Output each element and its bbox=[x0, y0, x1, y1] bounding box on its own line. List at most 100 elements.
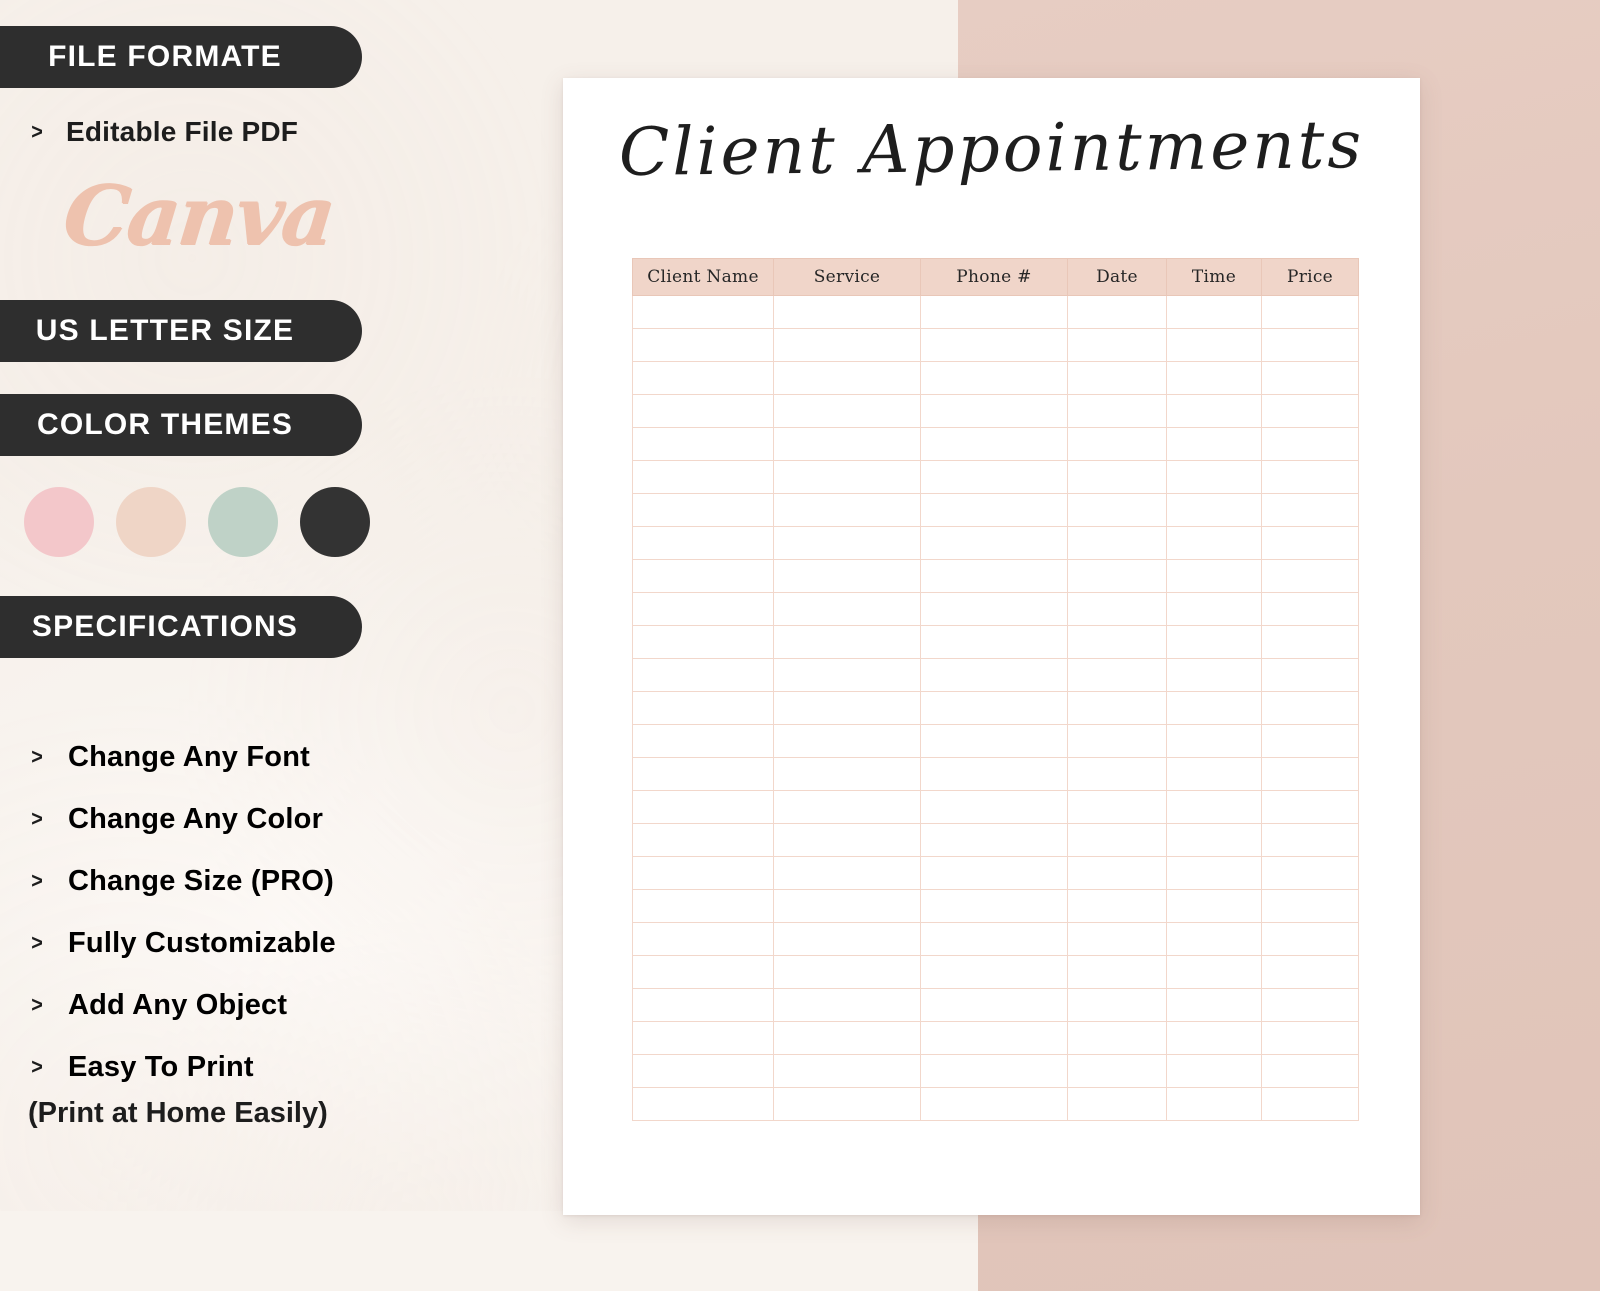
table-cell-empty[interactable] bbox=[920, 394, 1068, 428]
table-cell-empty[interactable] bbox=[773, 526, 921, 560]
table-cell-empty[interactable] bbox=[632, 493, 774, 527]
table-cell-empty[interactable] bbox=[632, 955, 774, 989]
table-cell-empty[interactable] bbox=[920, 493, 1068, 527]
table-cell-empty[interactable] bbox=[773, 493, 921, 527]
table-cell-empty[interactable] bbox=[1261, 1087, 1359, 1121]
table-cell-empty[interactable] bbox=[773, 988, 921, 1022]
table-cell-empty[interactable] bbox=[920, 856, 1068, 890]
table-cell-empty[interactable] bbox=[1166, 724, 1262, 758]
table-cell-empty[interactable] bbox=[1067, 592, 1167, 626]
table-cell-empty[interactable] bbox=[1261, 757, 1359, 791]
table-cell-empty[interactable] bbox=[1067, 427, 1167, 461]
table-cell-empty[interactable] bbox=[1166, 295, 1262, 329]
table-cell-empty[interactable] bbox=[1166, 889, 1262, 923]
table-cell-empty[interactable] bbox=[632, 658, 774, 692]
table-cell-empty[interactable] bbox=[920, 790, 1068, 824]
table-cell-empty[interactable] bbox=[1067, 361, 1167, 395]
table-cell-empty[interactable] bbox=[1166, 427, 1262, 461]
table-cell-empty[interactable] bbox=[920, 757, 1068, 791]
table-cell-empty[interactable] bbox=[773, 922, 921, 956]
table-cell-empty[interactable] bbox=[920, 460, 1068, 494]
table-cell-empty[interactable] bbox=[1067, 394, 1167, 428]
table-cell-empty[interactable] bbox=[1067, 328, 1167, 362]
table-cell-empty[interactable] bbox=[920, 658, 1068, 692]
table-cell-empty[interactable] bbox=[1261, 592, 1359, 626]
table-cell-empty[interactable] bbox=[1067, 691, 1167, 725]
table-cell-empty[interactable] bbox=[920, 361, 1068, 395]
table-cell-empty[interactable] bbox=[632, 361, 774, 395]
table-cell-empty[interactable] bbox=[1261, 856, 1359, 890]
table-cell-empty[interactable] bbox=[773, 592, 921, 626]
table-cell-empty[interactable] bbox=[920, 625, 1068, 659]
color-swatch-blush-pink[interactable] bbox=[24, 487, 94, 557]
table-cell-empty[interactable] bbox=[1166, 790, 1262, 824]
table-cell-empty[interactable] bbox=[1261, 724, 1359, 758]
table-cell-empty[interactable] bbox=[1261, 493, 1359, 527]
table-cell-empty[interactable] bbox=[1067, 460, 1167, 494]
table-cell-empty[interactable] bbox=[773, 295, 921, 329]
table-cell-empty[interactable] bbox=[1067, 757, 1167, 791]
table-cell-empty[interactable] bbox=[1261, 889, 1359, 923]
table-cell-empty[interactable] bbox=[1261, 526, 1359, 560]
table-cell-empty[interactable] bbox=[1261, 658, 1359, 692]
table-cell-empty[interactable] bbox=[1166, 526, 1262, 560]
table-cell-empty[interactable] bbox=[773, 757, 921, 791]
table-cell-empty[interactable] bbox=[632, 526, 774, 560]
table-cell-empty[interactable] bbox=[1261, 394, 1359, 428]
color-swatch-peach-nude[interactable] bbox=[116, 487, 186, 557]
table-cell-empty[interactable] bbox=[773, 691, 921, 725]
table-cell-empty[interactable] bbox=[920, 559, 1068, 593]
table-cell-empty[interactable] bbox=[1067, 559, 1167, 593]
table-cell-empty[interactable] bbox=[632, 790, 774, 824]
table-cell-empty[interactable] bbox=[1261, 460, 1359, 494]
table-cell-empty[interactable] bbox=[920, 295, 1068, 329]
table-cell-empty[interactable] bbox=[632, 328, 774, 362]
table-cell-empty[interactable] bbox=[1067, 658, 1167, 692]
table-cell-empty[interactable] bbox=[773, 823, 921, 857]
table-cell-empty[interactable] bbox=[1067, 889, 1167, 923]
table-cell-empty[interactable] bbox=[1067, 988, 1167, 1022]
table-cell-empty[interactable] bbox=[1166, 658, 1262, 692]
table-cell-empty[interactable] bbox=[1067, 922, 1167, 956]
table-cell-empty[interactable] bbox=[1067, 790, 1167, 824]
table-cell-empty[interactable] bbox=[773, 1087, 921, 1121]
table-cell-empty[interactable] bbox=[1261, 1054, 1359, 1088]
table-cell-empty[interactable] bbox=[632, 625, 774, 659]
table-cell-empty[interactable] bbox=[773, 328, 921, 362]
table-cell-empty[interactable] bbox=[773, 1021, 921, 1055]
table-cell-empty[interactable] bbox=[1166, 460, 1262, 494]
table-cell-empty[interactable] bbox=[920, 328, 1068, 362]
table-cell-empty[interactable] bbox=[773, 1054, 921, 1088]
table-cell-empty[interactable] bbox=[632, 856, 774, 890]
table-cell-empty[interactable] bbox=[920, 955, 1068, 989]
table-cell-empty[interactable] bbox=[773, 361, 921, 395]
table-cell-empty[interactable] bbox=[773, 856, 921, 890]
table-cell-empty[interactable] bbox=[773, 658, 921, 692]
table-cell-empty[interactable] bbox=[1067, 1054, 1167, 1088]
table-cell-empty[interactable] bbox=[632, 922, 774, 956]
table-cell-empty[interactable] bbox=[1067, 625, 1167, 659]
table-cell-empty[interactable] bbox=[1067, 493, 1167, 527]
table-cell-empty[interactable] bbox=[920, 988, 1068, 1022]
table-cell-empty[interactable] bbox=[1166, 856, 1262, 890]
table-cell-empty[interactable] bbox=[1166, 757, 1262, 791]
table-cell-empty[interactable] bbox=[1166, 1054, 1262, 1088]
table-cell-empty[interactable] bbox=[920, 1021, 1068, 1055]
table-cell-empty[interactable] bbox=[632, 559, 774, 593]
table-cell-empty[interactable] bbox=[632, 1021, 774, 1055]
table-cell-empty[interactable] bbox=[920, 592, 1068, 626]
table-cell-empty[interactable] bbox=[1261, 691, 1359, 725]
table-cell-empty[interactable] bbox=[773, 394, 921, 428]
table-cell-empty[interactable] bbox=[1166, 955, 1262, 989]
table-cell-empty[interactable] bbox=[1067, 295, 1167, 329]
table-cell-empty[interactable] bbox=[1166, 691, 1262, 725]
table-cell-empty[interactable] bbox=[773, 427, 921, 461]
table-cell-empty[interactable] bbox=[1067, 1021, 1167, 1055]
table-cell-empty[interactable] bbox=[1166, 361, 1262, 395]
table-cell-empty[interactable] bbox=[1261, 295, 1359, 329]
table-cell-empty[interactable] bbox=[773, 460, 921, 494]
table-cell-empty[interactable] bbox=[632, 1054, 774, 1088]
table-cell-empty[interactable] bbox=[1166, 394, 1262, 428]
table-cell-empty[interactable] bbox=[920, 427, 1068, 461]
table-cell-empty[interactable] bbox=[773, 955, 921, 989]
